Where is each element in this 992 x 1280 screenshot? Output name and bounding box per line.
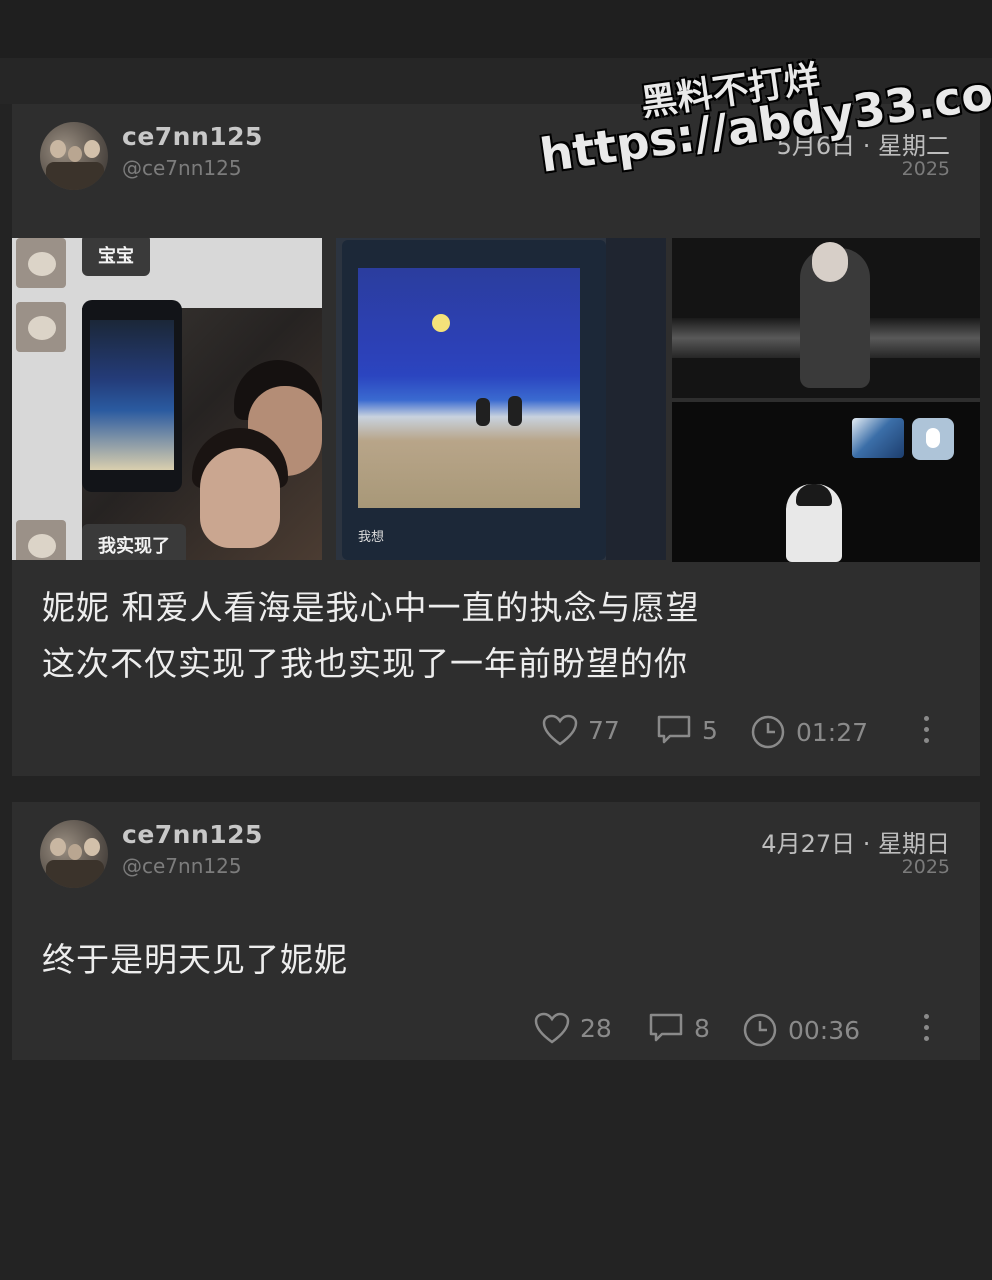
comment-button[interactable]: 8: [648, 1012, 710, 1044]
user-handle: @ce7nn125: [122, 156, 242, 180]
post-year: 2025: [901, 158, 950, 180]
post-card[interactable]: ce7nn125 @ce7nn125 4月27日 · 星期日 2025 终于是明…: [12, 802, 980, 1060]
post-year: 2025: [901, 856, 950, 878]
avatar[interactable]: [40, 122, 108, 190]
photo-chat-screenshot[interactable]: 宝宝 我实现了: [12, 238, 322, 560]
username[interactable]: ce7nn125: [122, 122, 263, 151]
comment-icon: [649, 1013, 683, 1042]
post-time: 01:27: [796, 717, 869, 747]
more-vertical-icon[interactable]: [924, 716, 930, 748]
chat-bubble: 宝宝: [82, 238, 150, 276]
post-actions: 77 5 01:27: [12, 714, 980, 754]
post-card[interactable]: ce7nn125 @ce7nn125 5月6日 · 星期二 2025 宝宝 我实…: [12, 104, 980, 776]
chat-bubble: 我实现了: [82, 524, 186, 560]
avatar[interactable]: [40, 820, 108, 888]
like-count: 77: [588, 715, 620, 745]
like-button[interactable]: 77: [542, 714, 620, 746]
photo-beach-painting[interactable]: 我想: [336, 238, 666, 560]
comment-icon: [657, 715, 691, 744]
time-display: 01:27: [750, 714, 868, 750]
person-emoji-icon: [912, 418, 954, 460]
photo-night-portrait[interactable]: [672, 402, 980, 562]
chat-avatar: [16, 520, 66, 560]
moon-icon: [432, 314, 450, 332]
post-text-line: 妮妮 和爱人看海是我心中一直的执念与愿望: [42, 588, 700, 627]
top-bar: [0, 0, 992, 58]
chat-avatar: [16, 302, 66, 352]
like-count: 28: [580, 1013, 612, 1043]
photo-beach-night[interactable]: [672, 238, 980, 398]
comment-count: 5: [702, 715, 718, 745]
post-date: 4月27日 · 星期日: [761, 830, 950, 858]
more-vertical-icon[interactable]: [924, 1014, 930, 1046]
post-text-line: 这次不仅实现了我也实现了一年前盼望的你: [42, 644, 688, 683]
heart-icon: [534, 1012, 570, 1044]
username[interactable]: ce7nn125: [122, 820, 263, 849]
chat-avatar: [16, 238, 66, 288]
clock-icon: [751, 715, 785, 749]
like-button[interactable]: 28: [534, 1012, 612, 1044]
clock-icon: [743, 1013, 777, 1047]
post-actions: 28 8 00:36: [12, 1012, 980, 1052]
post-text-line: 终于是明天见了妮妮: [42, 940, 348, 979]
post-text: 终于是明天见了妮妮: [42, 932, 348, 988]
comment-count: 8: [694, 1013, 710, 1043]
time-display: 00:36: [742, 1012, 860, 1048]
image-caption: 我想: [358, 530, 385, 545]
post-text: 妮妮 和爱人看海是我心中一直的执念与愿望 这次不仅实现了我也实现了一年前盼望的你: [42, 580, 700, 692]
post-time: 00:36: [788, 1015, 861, 1045]
wave-emoji-icon: [852, 418, 904, 458]
comment-button[interactable]: 5: [656, 714, 718, 746]
user-handle: @ce7nn125: [122, 854, 242, 878]
heart-icon: [542, 714, 578, 746]
image-gallery[interactable]: 宝宝 我实现了 我想: [12, 238, 980, 562]
